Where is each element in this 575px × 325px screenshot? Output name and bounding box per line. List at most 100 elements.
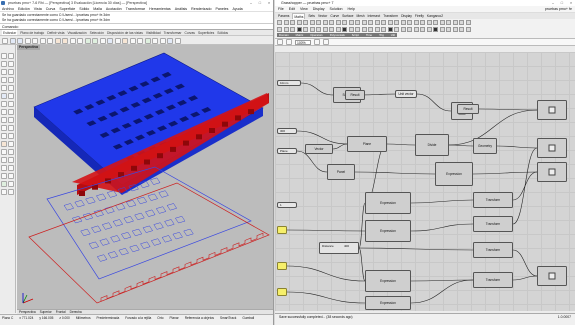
group-icon[interactable] <box>1 189 7 195</box>
expression-node[interactable]: Expression <box>365 296 411 310</box>
component-icon[interactable] <box>420 26 425 32</box>
component-icon[interactable] <box>433 26 438 32</box>
mirror-icon[interactable] <box>1 157 7 163</box>
component-icon[interactable] <box>290 26 295 32</box>
component-icon[interactable] <box>426 26 432 32</box>
point-icon[interactable] <box>8 53 14 59</box>
grasshopper-icon[interactable] <box>167 37 173 44</box>
component-icon[interactable] <box>426 20 432 25</box>
expression-node[interactable]: Expression <box>435 162 473 186</box>
geometry-node[interactable] <box>537 266 567 286</box>
cat-polynomials[interactable]: Polynomials <box>328 33 347 37</box>
component-icon[interactable] <box>348 20 354 25</box>
status-layer[interactable]: Predeterminada <box>97 315 120 325</box>
gh-document-name[interactable]: pruebas pmo+ fe <box>545 6 572 13</box>
component-icon[interactable] <box>355 20 360 25</box>
tab-solidos[interactable]: Sólidos <box>217 30 228 35</box>
block-icon[interactable] <box>8 189 14 195</box>
copy-obj-icon[interactable] <box>8 141 14 147</box>
offset-icon[interactable] <box>1 101 7 107</box>
wireframe-icon[interactable] <box>137 37 143 44</box>
tab-disposicion[interactable]: Disposición de las vistas <box>107 30 143 35</box>
distance-slider[interactable]: Distance 400 <box>319 242 359 254</box>
tab-curvas[interactable]: Curvas <box>185 30 195 35</box>
menu-archivo[interactable]: Archivo <box>2 6 14 11</box>
divide-node[interactable]: Divide <box>415 134 449 156</box>
array-icon[interactable] <box>8 157 14 163</box>
cat-script[interactable]: Script <box>350 33 361 37</box>
component-icon[interactable] <box>329 26 334 32</box>
component-icon[interactable] <box>342 20 347 25</box>
surface-icon[interactable] <box>8 101 14 107</box>
transform-node[interactable]: Transform <box>473 216 513 232</box>
component-icon[interactable] <box>446 26 451 32</box>
loft-icon[interactable] <box>8 109 14 115</box>
component-icon[interactable] <box>283 20 289 25</box>
analyze-icon[interactable] <box>8 181 14 187</box>
status-gumball[interactable]: Gumball <box>242 315 254 325</box>
component-icon[interactable] <box>296 20 302 25</box>
text-input-node[interactable]: 10mm <box>277 80 301 86</box>
menu-solido[interactable]: Sólido <box>79 6 89 11</box>
boolean-difference-icon[interactable] <box>1 133 7 139</box>
polyline-icon[interactable] <box>8 61 14 67</box>
yellow-panel[interactable] <box>277 262 287 270</box>
component-icon[interactable] <box>459 20 464 25</box>
gh-menu-edit[interactable]: Edit <box>289 6 295 12</box>
circle-icon[interactable] <box>8 69 14 75</box>
trim-icon[interactable] <box>1 165 7 171</box>
gh-save-icon[interactable] <box>286 39 292 45</box>
component-icon[interactable] <box>361 20 367 25</box>
result-node[interactable]: Result <box>345 90 365 100</box>
osnap-icon[interactable] <box>152 37 158 44</box>
plane-node[interactable]: Plane <box>347 136 387 152</box>
component-icon[interactable] <box>329 20 334 25</box>
transform-node[interactable]: Transform <box>473 242 513 258</box>
gh-menu-view[interactable]: View <box>300 6 308 12</box>
boolean-union-icon[interactable] <box>8 125 14 131</box>
panel-node[interactable]: Panel <box>327 164 355 180</box>
gh-zoom-field[interactable]: 100% <box>295 39 311 45</box>
rotate-icon[interactable] <box>1 149 7 155</box>
component-icon[interactable] <box>413 26 419 32</box>
component-icon[interactable] <box>407 20 412 25</box>
component-icon[interactable] <box>374 20 380 25</box>
component-icon[interactable] <box>283 26 289 32</box>
cat-operators[interactable]: Operators <box>308 33 324 37</box>
component-icon[interactable] <box>400 20 406 25</box>
component-icon[interactable] <box>348 26 354 32</box>
component-icon[interactable] <box>290 20 295 25</box>
component-icon[interactable] <box>420 20 425 25</box>
component-icon[interactable] <box>452 20 458 25</box>
layers-icon[interactable] <box>107 37 113 44</box>
tab-visualizacion[interactable]: Visualización <box>67 30 86 35</box>
properties-icon[interactable] <box>114 37 121 44</box>
viewport-label[interactable]: Perspectiva <box>17 45 41 50</box>
tab-transformar[interactable]: Transformar <box>164 30 182 35</box>
menu-curva[interactable]: Curva <box>46 6 56 11</box>
sphere-icon[interactable] <box>8 117 14 123</box>
transform-node[interactable]: Transform <box>473 272 513 288</box>
tab-estandar[interactable]: Estándar <box>2 30 18 35</box>
component-icon[interactable] <box>446 20 451 25</box>
gh-menu-solution[interactable]: Solution <box>330 6 343 12</box>
explode-icon[interactable] <box>8 173 14 179</box>
menu-edicion[interactable]: Edición <box>18 6 30 11</box>
menu-paneles[interactable]: Paneles <box>215 6 228 11</box>
component-icon[interactable] <box>368 20 373 25</box>
render-icon[interactable] <box>122 37 128 44</box>
tab-superficies[interactable]: Superficies <box>198 30 214 35</box>
tab-plano-trabajo[interactable]: Plano de trabajo <box>20 30 44 35</box>
cat-trig[interactable]: Trig <box>377 33 386 37</box>
gh-sketch-icon[interactable] <box>314 39 320 45</box>
component-icon[interactable] <box>309 20 315 25</box>
menu-analisis[interactable]: Análisis <box>175 6 187 11</box>
component-icon[interactable] <box>439 26 445 32</box>
scale-icon[interactable] <box>8 149 14 155</box>
new-icon[interactable] <box>2 37 8 44</box>
component-icon[interactable] <box>322 26 328 32</box>
gh-open-icon[interactable] <box>277 39 283 45</box>
gh-preview-icon[interactable] <box>323 39 329 45</box>
maximize-icon[interactable]: □ <box>256 0 264 6</box>
shaded-icon[interactable] <box>129 37 136 44</box>
